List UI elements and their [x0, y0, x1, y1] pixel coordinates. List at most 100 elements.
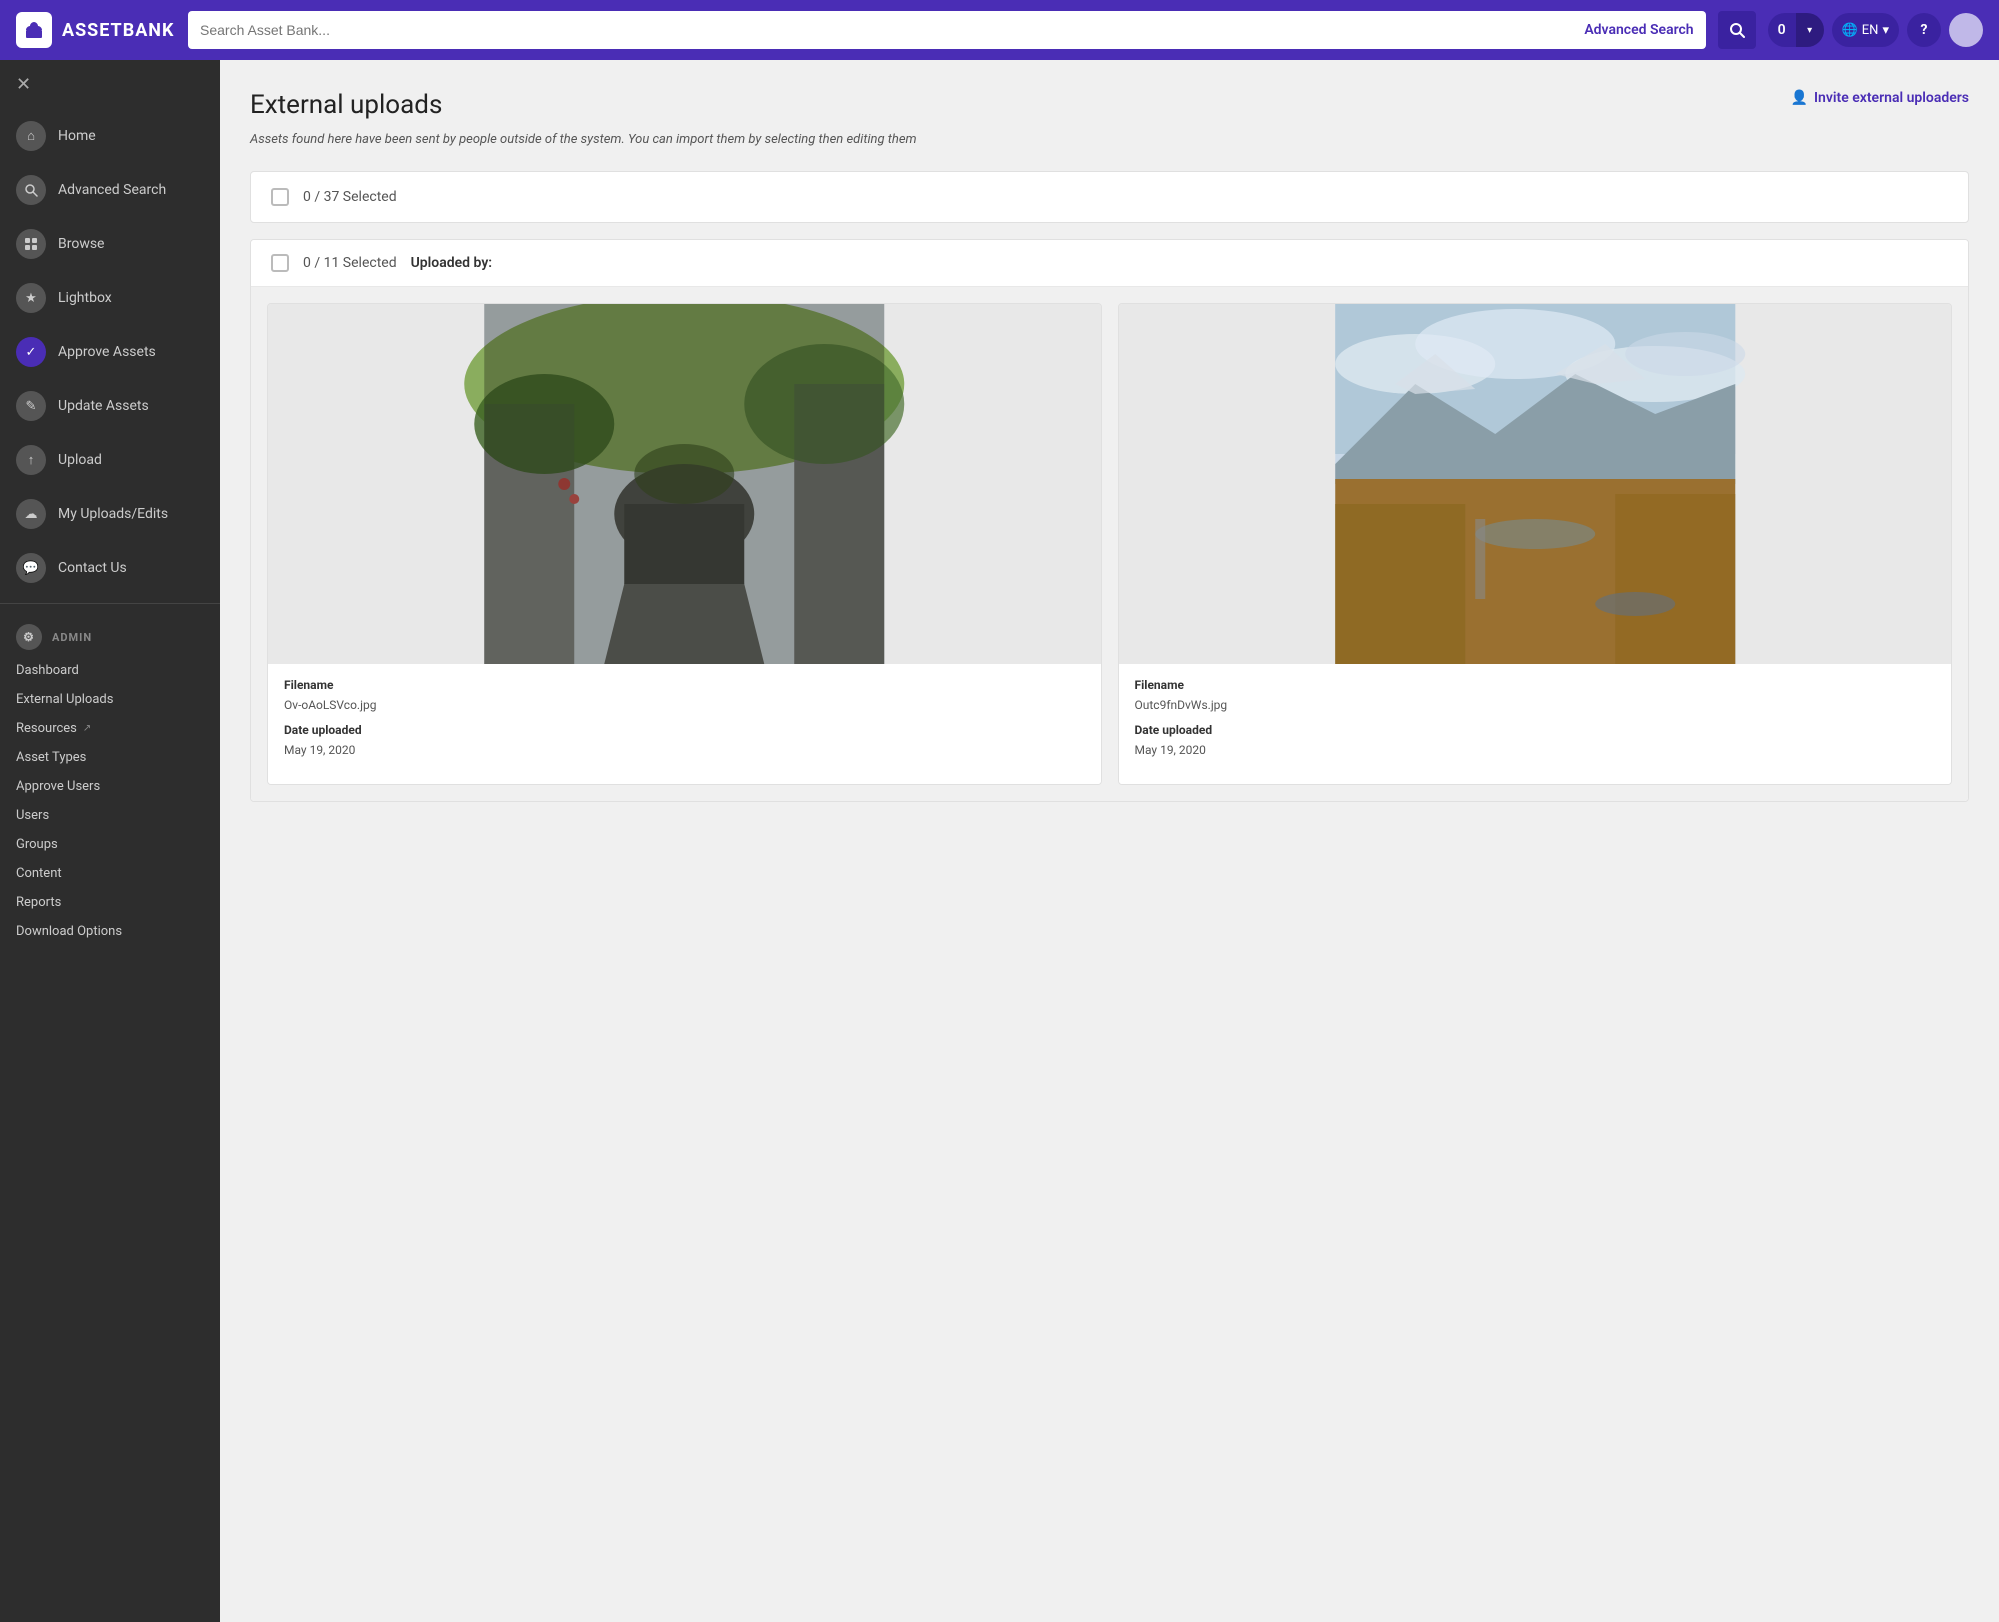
language-selector[interactable]: 🌐 EN ▾ — [1832, 13, 1899, 47]
star-icon: ★ — [16, 283, 46, 313]
admin-link-resources[interactable]: Resources ↗ — [0, 714, 220, 743]
sidebar: ✕ ⌂ Home Advanced Search Browse ★ Lightb… — [0, 60, 220, 1622]
page-header: External uploads 👤 Invite external uploa… — [250, 90, 1969, 120]
admin-label-content: Content — [16, 866, 62, 881]
total-selection-count: 0 / 37 Selected — [303, 189, 397, 205]
sidebar-item-home[interactable]: ⌂ Home — [0, 109, 220, 163]
total-selection-bar: 0 / 37 Selected — [250, 171, 1969, 223]
total-select-checkbox[interactable] — [271, 188, 289, 206]
upload-group: 0 / 11 Selected Uploaded by: — [250, 239, 1969, 802]
asset-info-2: Filename Outc9fnDvWs.jpg Date uploaded M… — [1119, 664, 1952, 784]
sidebar-label-home: Home — [58, 128, 96, 144]
search-nav-icon — [16, 175, 46, 205]
invite-label: Invite external uploaders — [1814, 90, 1969, 106]
asset-image-2 — [1119, 304, 1952, 664]
sidebar-label-update-assets: Update Assets — [58, 398, 149, 414]
globe-icon: 🌐 — [1842, 23, 1858, 38]
admin-link-content[interactable]: Content — [0, 859, 220, 888]
admin-label-download-options: Download Options — [16, 924, 122, 939]
sidebar-divider — [0, 603, 220, 604]
person-icon: 👤 — [1791, 90, 1808, 106]
search-input[interactable] — [200, 22, 1584, 38]
group-select-checkbox[interactable] — [271, 254, 289, 272]
admin-label-resources: Resources — [16, 721, 77, 736]
checkmark-icon: ✓ — [16, 337, 46, 367]
chat-icon: 💬 — [16, 553, 46, 583]
date-value-2: May 19, 2020 — [1135, 743, 1206, 757]
cart-badge[interactable]: 0 ▾ — [1768, 13, 1824, 47]
sidebar-item-update-assets[interactable]: ✎ Update Assets — [0, 379, 220, 433]
sidebar-label-my-uploads: My Uploads/Edits — [58, 506, 168, 522]
admin-link-external-uploads[interactable]: External Uploads — [0, 685, 220, 714]
page-title-wrap: External uploads — [250, 90, 442, 120]
asset-image-wrap-2[interactable] — [1119, 304, 1952, 664]
user-avatar[interactable] — [1949, 13, 1983, 47]
pencil-icon: ✎ — [16, 391, 46, 421]
page-title: External uploads — [250, 90, 442, 120]
search-button[interactable] — [1718, 11, 1756, 49]
admin-link-approve-users[interactable]: Approve Users — [0, 772, 220, 801]
upload-icon: ↑ — [16, 445, 46, 475]
asset-info: Filename Ov-oAoLSVco.jpg Date uploaded M… — [268, 664, 1101, 784]
sidebar-label-lightbox: Lightbox — [58, 290, 112, 306]
uploaded-by-label: Uploaded by: — [411, 255, 493, 271]
main-content: External uploads 👤 Invite external uploa… — [220, 60, 1999, 1622]
cart-count: 0 — [1768, 22, 1796, 38]
admin-section-header: ⚙ ADMIN — [0, 612, 220, 656]
date-row: Date uploaded May 19, 2020 — [284, 723, 1085, 758]
sidebar-label-upload: Upload — [58, 452, 102, 468]
asset-card: Filename Ov-oAoLSVco.jpg Date uploaded M… — [267, 303, 1102, 785]
sidebar-item-approve-assets[interactable]: ✓ Approve Assets — [0, 325, 220, 379]
external-link-icon: ↗ — [83, 723, 91, 734]
assets-grid: Filename Ov-oAoLSVco.jpg Date uploaded M… — [251, 287, 1968, 801]
sidebar-item-upload[interactable]: ↑ Upload — [0, 433, 220, 487]
admin-label-users: Users — [16, 808, 49, 823]
filename-row-2: Filename Outc9fnDvWs.jpg — [1135, 678, 1936, 713]
admin-link-dashboard[interactable]: Dashboard — [0, 656, 220, 685]
logo-icon — [16, 12, 52, 48]
admin-link-asset-types[interactable]: Asset Types — [0, 743, 220, 772]
upload-group-header: 0 / 11 Selected Uploaded by: — [251, 240, 1968, 287]
asset-image-1 — [268, 304, 1101, 664]
date-label-2: Date uploaded — [1135, 723, 1936, 737]
page-description: Assets found here have been sent by peop… — [250, 132, 1969, 147]
filename-row: Filename Ov-oAoLSVco.jpg — [284, 678, 1085, 713]
help-button[interactable]: ? — [1907, 13, 1941, 47]
sidebar-item-contact-us[interactable]: 💬 Contact Us — [0, 541, 220, 595]
admin-label-reports: Reports — [16, 895, 61, 910]
admin-label: ADMIN — [52, 631, 92, 644]
cloud-icon: ☁ — [16, 499, 46, 529]
admin-link-users[interactable]: Users — [0, 801, 220, 830]
filename-label: Filename — [284, 678, 1085, 692]
home-icon: ⌂ — [16, 121, 46, 151]
app-name: ASSETBANK — [62, 20, 174, 41]
lang-label: EN — [1862, 23, 1879, 38]
nav-right-actions: 0 ▾ 🌐 EN ▾ ? — [1768, 13, 1983, 47]
help-label: ? — [1921, 22, 1928, 38]
body-layout: ✕ ⌂ Home Advanced Search Browse ★ Lightb… — [0, 60, 1999, 1622]
sidebar-item-lightbox[interactable]: ★ Lightbox — [0, 271, 220, 325]
filename-value-2: Outc9fnDvWs.jpg — [1135, 698, 1228, 712]
sidebar-label-approve-assets: Approve Assets — [58, 344, 156, 360]
browse-icon — [16, 229, 46, 259]
filename-label-2: Filename — [1135, 678, 1936, 692]
admin-label-dashboard: Dashboard — [16, 663, 79, 678]
admin-link-reports[interactable]: Reports — [0, 888, 220, 917]
sidebar-label-advanced-search: Advanced Search — [58, 182, 166, 198]
cart-dropdown[interactable]: ▾ — [1796, 13, 1824, 47]
admin-link-download-options[interactable]: Download Options — [0, 917, 220, 946]
search-bar: Advanced Search — [188, 11, 1706, 49]
sidebar-item-browse[interactable]: Browse — [0, 217, 220, 271]
admin-link-groups[interactable]: Groups — [0, 830, 220, 859]
filename-value: Ov-oAoLSVco.jpg — [284, 698, 376, 712]
lang-chevron-icon: ▾ — [1882, 23, 1889, 38]
invite-external-uploaders-link[interactable]: 👤 Invite external uploaders — [1791, 90, 1969, 106]
sidebar-label-contact-us: Contact Us — [58, 560, 127, 576]
advanced-search-link[interactable]: Advanced Search — [1584, 22, 1693, 38]
logo-area[interactable]: ASSETBANK — [16, 12, 176, 48]
asset-image-wrap[interactable] — [268, 304, 1101, 664]
sidebar-item-my-uploads[interactable]: ☁ My Uploads/Edits — [0, 487, 220, 541]
sidebar-item-advanced-search[interactable]: Advanced Search — [0, 163, 220, 217]
admin-label-approve-users: Approve Users — [16, 779, 100, 794]
close-sidebar-button[interactable]: ✕ — [0, 60, 220, 109]
